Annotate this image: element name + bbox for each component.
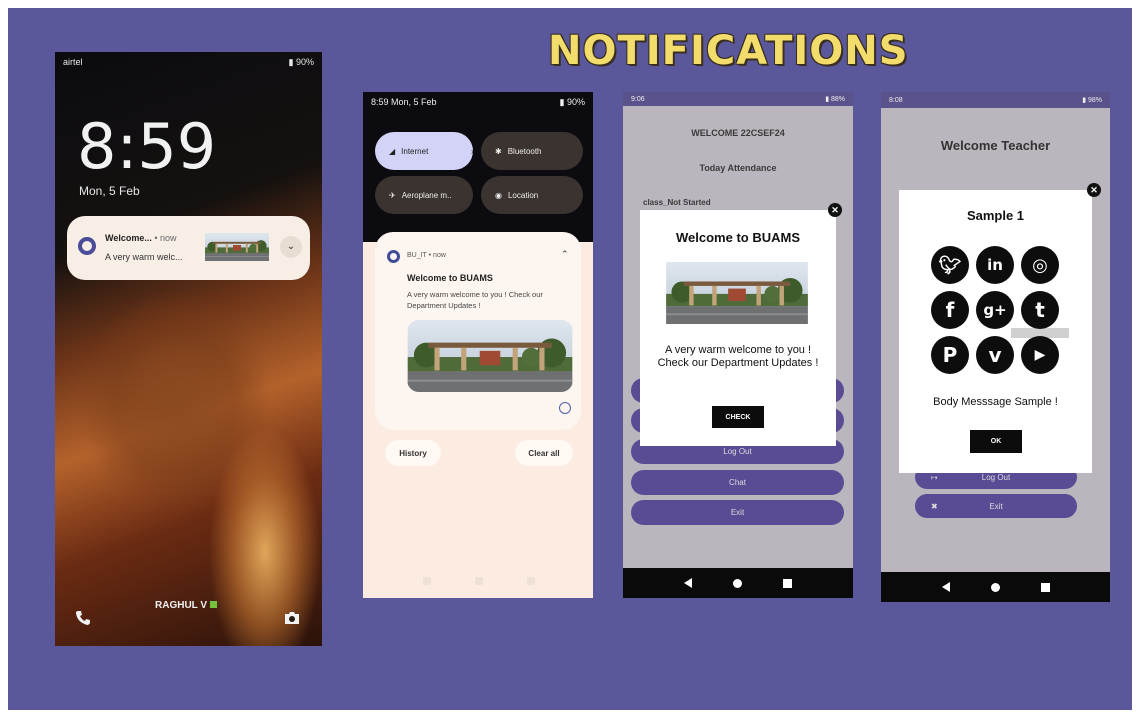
- navigation-bar: [623, 568, 853, 598]
- slide-title: NOTIFICATIONS: [548, 28, 909, 74]
- student-app-phone: 9:06 ▮ 88% WELCOME 22CSEF24 Today Attend…: [623, 92, 853, 598]
- expand-chevron-icon[interactable]: ⌄: [280, 236, 302, 258]
- battery-label: ▮ 88%: [825, 96, 845, 103]
- status-bar: 8:59 Mon, 5 Feb ▮ 90%: [363, 92, 593, 112]
- status-bar: 8:08 ▮ 98%: [881, 92, 1110, 108]
- google-plus-icon[interactable]: g+: [976, 291, 1014, 329]
- status-bar: 9:06 ▮ 88%: [623, 92, 853, 106]
- dialog-image: [666, 262, 808, 324]
- status-time: 8:08: [889, 96, 903, 104]
- nav-recents-icon[interactable]: [1040, 582, 1050, 592]
- owner-info: RAGHUL V: [155, 600, 218, 611]
- exit-button[interactable]: Exit: [631, 500, 844, 525]
- nav-home-icon[interactable]: [732, 578, 742, 588]
- pinterest-icon[interactable]: P: [931, 336, 969, 374]
- exit-button[interactable]: ✖ Exit: [915, 494, 1077, 518]
- notification-title: Welcome... • now: [105, 233, 177, 243]
- tumblr-icon[interactable]: t: [1021, 291, 1059, 329]
- camera-icon[interactable]: [283, 610, 301, 626]
- expanded-notification[interactable]: BU_IT • now ⌃ Welcome to BUAMS A very wa…: [375, 232, 581, 430]
- location-icon: ◉: [495, 190, 502, 200]
- notification-image: [407, 320, 573, 392]
- lock-screen-phone: airtel ▮ 90% 8:59 Mon, 5 Feb Welcome... …: [55, 52, 322, 646]
- attendance-heading: Today Attendance: [699, 163, 777, 173]
- app-icon: [78, 237, 96, 255]
- facebook-icon[interactable]: f: [931, 291, 969, 329]
- sample-dialog: Sample 1 🐦︎ in ◎ f g+ t P v ▶ Body Messs…: [899, 190, 1092, 473]
- lock-notification[interactable]: Welcome... • now A very warm welc... ⌄: [67, 216, 310, 280]
- nav-home-icon[interactable]: [475, 577, 483, 585]
- bluetooth-icon: ✱: [495, 146, 502, 156]
- chat-button[interactable]: Chat: [631, 470, 844, 495]
- tile-location[interactable]: ◉ Location: [481, 176, 583, 214]
- class-status: class_Not Started: [643, 198, 711, 207]
- app-icon: [387, 250, 400, 263]
- dialog-title: Welcome to BUAMS: [676, 230, 800, 245]
- nav-recents-icon[interactable]: [527, 577, 535, 585]
- nav-back-icon[interactable]: [941, 582, 950, 592]
- youtube-icon[interactable]: ▶: [1021, 336, 1059, 374]
- battery-label: ▮ 98%: [1082, 97, 1102, 104]
- vimeo-icon[interactable]: v: [976, 336, 1014, 374]
- tile-aeroplane[interactable]: ✈ Aeroplane m..: [375, 176, 473, 214]
- dialog-title: Sample 1: [966, 208, 1025, 223]
- status-time: 8:59 Mon, 5 Feb: [371, 97, 437, 107]
- nav-home-icon[interactable]: [990, 582, 1000, 592]
- notification-title: Welcome to BUAMS: [407, 273, 493, 283]
- nav-recents-icon[interactable]: [783, 578, 793, 588]
- carrier-label: airtel: [63, 57, 83, 67]
- linkedin-icon[interactable]: in: [976, 246, 1014, 284]
- check-button[interactable]: CHECK: [712, 406, 764, 428]
- logout-icon: ↦: [931, 472, 938, 482]
- twitter-icon[interactable]: 🐦︎: [931, 246, 969, 284]
- dialog-message: A very warm welcome to you ! Check our D…: [657, 344, 819, 369]
- ok-button[interactable]: OK: [970, 430, 1022, 453]
- dialog-body: Body Messsage Sample !: [933, 396, 1058, 408]
- close-icon[interactable]: ✕: [1087, 183, 1101, 197]
- notification-shade-phone: 8:59 Mon, 5 Feb ▮ 90% ◢ Internet › ✱ Blueto…: [363, 92, 593, 598]
- lock-clock: 8:59: [77, 110, 217, 183]
- close-icon[interactable]: ✕: [828, 203, 842, 217]
- exit-icon: ✖: [931, 501, 938, 511]
- welcome-heading: WELCOME 22CSEF24: [691, 128, 785, 138]
- navigation-bar: [881, 572, 1110, 602]
- collapse-chevron-icon[interactable]: ⌃: [561, 249, 569, 260]
- instagram-icon[interactable]: ◎: [1021, 246, 1059, 284]
- history-button[interactable]: History: [385, 440, 441, 466]
- phone-icon[interactable]: [75, 610, 91, 626]
- wifi-icon: ◢: [389, 146, 396, 156]
- airplane-icon: ✈: [389, 190, 396, 200]
- clear-all-button[interactable]: Clear all: [515, 440, 573, 466]
- nav-back-icon[interactable]: [683, 578, 692, 588]
- welcome-dialog: Welcome to BUAMS A very warm welcome to …: [640, 210, 836, 446]
- teacher-app-phone: 8:08 ▮ 98% Welcome Teacher ↦ Log Out ✖ Exi…: [881, 92, 1110, 602]
- status-time: 9:06: [631, 95, 645, 103]
- tile-internet[interactable]: ◢ Internet ›: [375, 132, 474, 170]
- battery-label: ▮ 90%: [288, 56, 314, 67]
- snooze-icon[interactable]: [559, 402, 571, 414]
- nav-back-icon[interactable]: [423, 577, 431, 585]
- status-bar: airtel ▮ 90%: [55, 52, 322, 72]
- notification-body: A very warm welcome to you ! Check our D…: [407, 290, 543, 310]
- notification-app-name: BU_IT • now: [407, 252, 446, 259]
- tile-bluetooth[interactable]: ✱ Bluetooth: [481, 132, 583, 170]
- welcome-heading: Welcome Teacher: [940, 138, 1051, 153]
- notification-thumbnail: [205, 233, 269, 261]
- notification-body: A very warm welc...: [105, 252, 183, 262]
- battery-label: ▮ 90%: [559, 96, 585, 107]
- lock-date: Mon, 5 Feb: [79, 184, 140, 198]
